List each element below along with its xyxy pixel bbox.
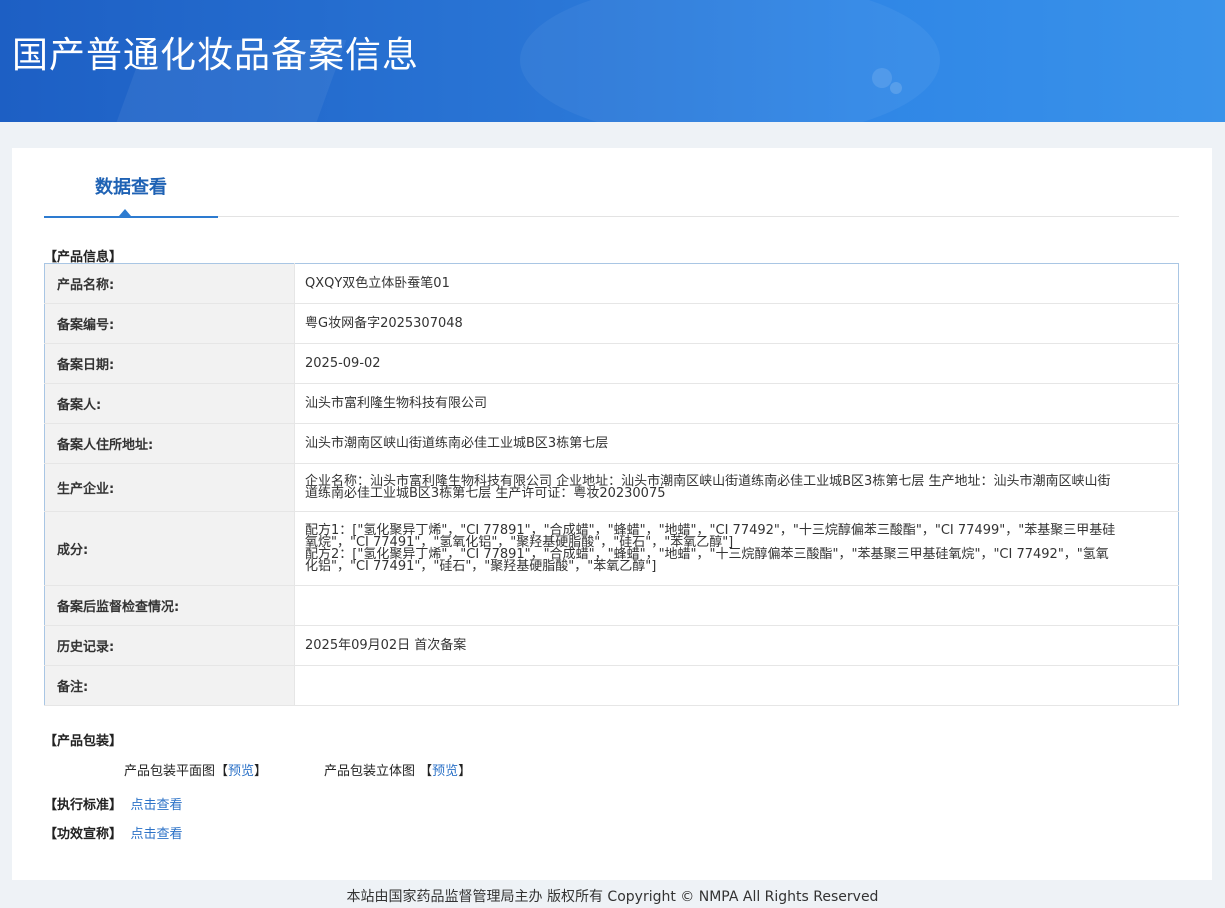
formula-2: 配方2：["氢化聚异丁烯"，"CI 77891"，"合成蜡"，"蜂蜡"，"地蜡"…	[305, 546, 1109, 574]
bracket-close: 】	[458, 764, 472, 779]
table-row: 备案人: 汕头市富利隆生物科技有限公司	[44, 383, 1179, 424]
tab-active-underline	[44, 216, 218, 218]
row-label: 备注:	[44, 665, 295, 706]
row-label: 备案日期:	[44, 343, 295, 384]
row-label: 生产企业:	[44, 463, 295, 512]
preview-flat-link[interactable]: 预览	[228, 764, 254, 779]
bracket-open: 【	[419, 764, 433, 779]
table-row: 历史记录: 2025年09月02日 首次备案	[44, 625, 1179, 666]
standard-heading: 【执行标准】	[44, 798, 123, 813]
row-value: 汕头市潮南区峡山街道练南必佳工业城B区3栋第七层	[294, 423, 1179, 464]
banner-decoration	[520, 0, 940, 122]
row-value: 企业名称：汕头市富利隆生物科技有限公司 企业地址：汕头市潮南区峡山街道练南必佳工…	[294, 463, 1179, 512]
row-label: 备案人住所地址:	[44, 423, 295, 464]
product-info-table: 产品名称: QXQY双色立体卧蚕笔01 备案编号: 粤G妆网备字20253070…	[44, 263, 1179, 706]
footer-copyright: 本站由国家药品监督管理局主办 版权所有 Copyright © NMPA All…	[346, 889, 879, 905]
row-label: 备案后监督检查情况:	[44, 585, 295, 626]
standard-view-link[interactable]: 点击查看	[131, 798, 183, 813]
row-value: 2025年09月02日 首次备案	[294, 625, 1179, 666]
row-value: 配方1：["氢化聚异丁烯"，"CI 77891"，"合成蜡"，"蜂蜡"，"地蜡"…	[294, 511, 1179, 586]
packaging-flat: 产品包装平面图【预览】	[124, 760, 267, 779]
row-value	[294, 665, 1179, 706]
row-value: 汕头市富利隆生物科技有限公司	[294, 383, 1179, 424]
page-title: 国产普通化妆品备案信息	[12, 35, 420, 76]
row-label: 备案编号:	[44, 303, 295, 344]
efficacy-view-link[interactable]: 点击查看	[131, 827, 183, 842]
tab-divider	[218, 216, 1179, 217]
preview-solid-link[interactable]: 预览	[432, 764, 458, 779]
efficacy-heading: 【功效宣称】	[44, 827, 123, 842]
row-label: 备案人:	[44, 383, 295, 424]
bracket-open: 【	[215, 764, 229, 779]
table-row: 产品名称: QXQY双色立体卧蚕笔01	[44, 263, 1179, 304]
efficacy-row: 【功效宣称】 点击查看	[44, 823, 183, 842]
banner-decoration	[890, 82, 902, 94]
standard-row: 【执行标准】 点击查看	[44, 794, 183, 813]
formula-1: 配方1：["氢化聚异丁烯"，"CI 77891"，"合成蜡"，"蜂蜡"，"地蜡"…	[305, 522, 1116, 550]
banner-decoration	[872, 68, 892, 88]
row-value: 粤G妆网备字2025307048	[294, 303, 1179, 344]
content-panel: 数据查看 【产品信息】 产品名称: QXQY双色立体卧蚕笔01 备案编号: 粤G…	[12, 148, 1212, 880]
table-row: 备案日期: 2025-09-02	[44, 343, 1179, 384]
packaging-heading: 【产品包装】	[44, 734, 123, 749]
row-label: 成分:	[44, 511, 295, 586]
row-label: 产品名称:	[44, 263, 295, 304]
packaging-solid-label: 产品包装立体图	[324, 764, 416, 779]
table-row: 备案人住所地址: 汕头市潮南区峡山街道练南必佳工业城B区3栋第七层	[44, 423, 1179, 464]
packaging-flat-label: 产品包装平面图	[124, 764, 216, 779]
tab-data-view[interactable]: 数据查看	[44, 168, 218, 218]
table-row: 备注:	[44, 665, 1179, 706]
packaging-solid: 产品包装立体图 【预览】	[324, 760, 471, 779]
header-banner: 国产普通化妆品备案信息	[0, 0, 1225, 122]
row-value: QXQY双色立体卧蚕笔01	[294, 263, 1179, 304]
bracket-close: 】	[254, 764, 268, 779]
table-row: 备案编号: 粤G妆网备字2025307048	[44, 303, 1179, 344]
table-row: 备案后监督检查情况:	[44, 585, 1179, 626]
row-value: 2025-09-02	[294, 343, 1179, 384]
row-value	[294, 585, 1179, 626]
table-row: 生产企业: 企业名称：汕头市富利隆生物科技有限公司 企业地址：汕头市潮南区峡山街…	[44, 463, 1179, 512]
row-label: 历史记录:	[44, 625, 295, 666]
table-row: 成分: 配方1：["氢化聚异丁烯"，"CI 77891"，"合成蜡"，"蜂蜡"，…	[44, 511, 1179, 586]
tab-caret-icon	[119, 209, 131, 216]
